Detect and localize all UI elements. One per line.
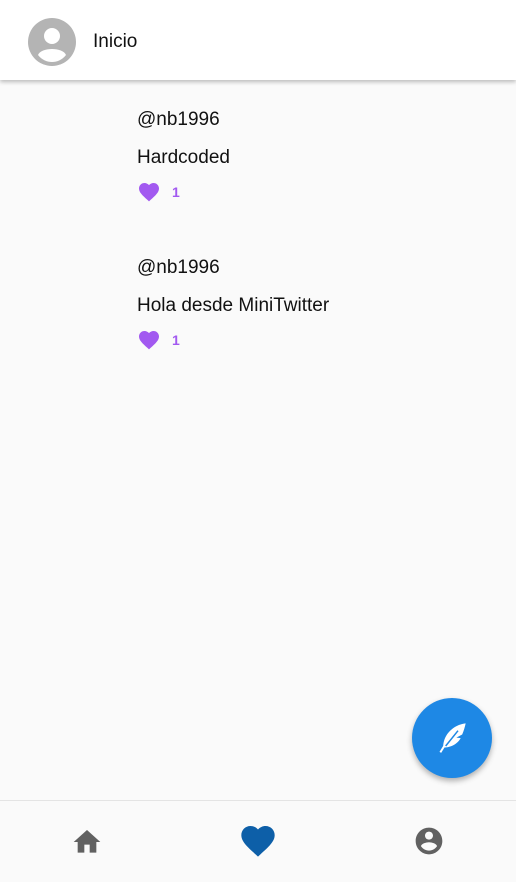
bottom-navigation (0, 800, 516, 882)
tweet-username: @nb1996 (137, 109, 220, 130)
nav-item-home[interactable] (0, 801, 172, 882)
tweet-text: Hola desde MiniTwitter (137, 295, 330, 316)
tweet-item: @nb1996 Hola desde MiniTwitter 1 (137, 256, 477, 356)
heart-icon (241, 826, 275, 857)
nav-item-profile[interactable] (344, 801, 516, 882)
like-group: 1 (137, 180, 217, 204)
like-group: 1 (137, 328, 217, 352)
tweet-feed: @nb1996 Hardcoded 1 @nb1996 Hola desde M… (0, 80, 516, 800)
like-count: 1 (172, 332, 180, 348)
account-circle-icon (415, 827, 443, 855)
heart-icon[interactable] (137, 328, 161, 352)
heart-icon[interactable] (137, 180, 161, 204)
tweet-text: Hardcoded (137, 147, 230, 168)
home-icon (73, 830, 101, 853)
like-count: 1 (172, 184, 180, 200)
app-bar: Inicio (0, 0, 516, 80)
tweet-item: @nb1996 Hardcoded 1 (137, 108, 477, 208)
nav-item-favorites[interactable] (172, 801, 344, 882)
page-title: Inicio (93, 31, 138, 52)
tweet-username: @nb1996 (137, 257, 220, 278)
new-tweet-button[interactable] (412, 698, 492, 778)
account-circle-icon[interactable] (28, 18, 76, 66)
feather-icon (439, 723, 466, 753)
